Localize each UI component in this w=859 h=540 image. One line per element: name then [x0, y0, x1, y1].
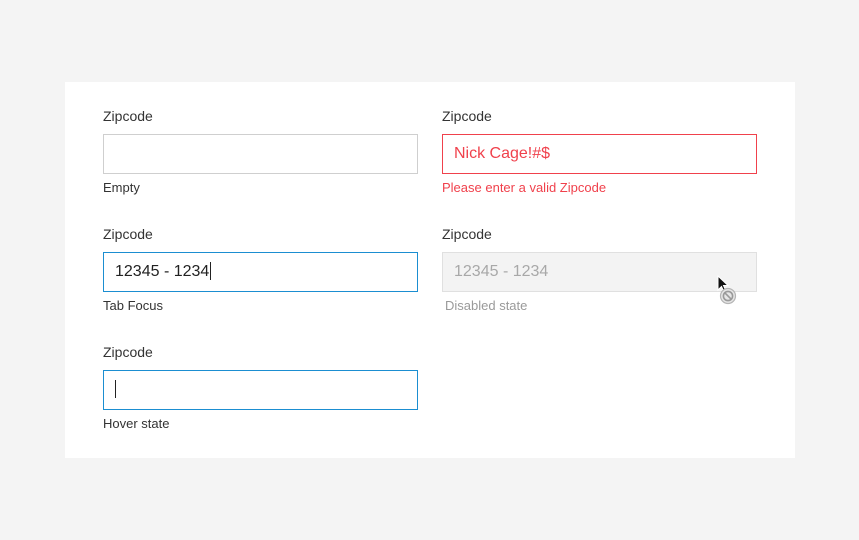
text-caret [210, 261, 212, 280]
zipcode-label: Zipcode [103, 108, 153, 124]
text-caret [115, 379, 116, 398]
helper-text-empty: Empty [103, 180, 140, 195]
not-allowed-cursor-icon [717, 275, 737, 305]
helper-text-focus: Tab Focus [103, 298, 163, 313]
zipcode-input-error[interactable]: Nick Cage!#$ [442, 134, 757, 174]
zipcode-label: Zipcode [442, 108, 492, 124]
zipcode-input-disabled: 12345 - 1234 [442, 252, 757, 292]
helper-text-hover: Hover state [103, 416, 170, 431]
form-card: Zipcode Empty Zipcode Nick Cage!#$ Pleas… [65, 82, 795, 458]
zipcode-input-empty[interactable] [103, 134, 418, 174]
helper-text-disabled: Disabled state [445, 298, 528, 313]
zipcode-input-hover[interactable] [103, 370, 418, 410]
zipcode-label: Zipcode [103, 226, 153, 242]
error-message: Please enter a valid Zipcode [442, 180, 607, 195]
zipcode-label: Zipcode [103, 344, 153, 360]
zipcode-label: Zipcode [442, 226, 492, 242]
zipcode-input-focus[interactable]: 12345 - 1234 [103, 252, 418, 292]
input-value: 12345 - 1234 [115, 263, 210, 280]
